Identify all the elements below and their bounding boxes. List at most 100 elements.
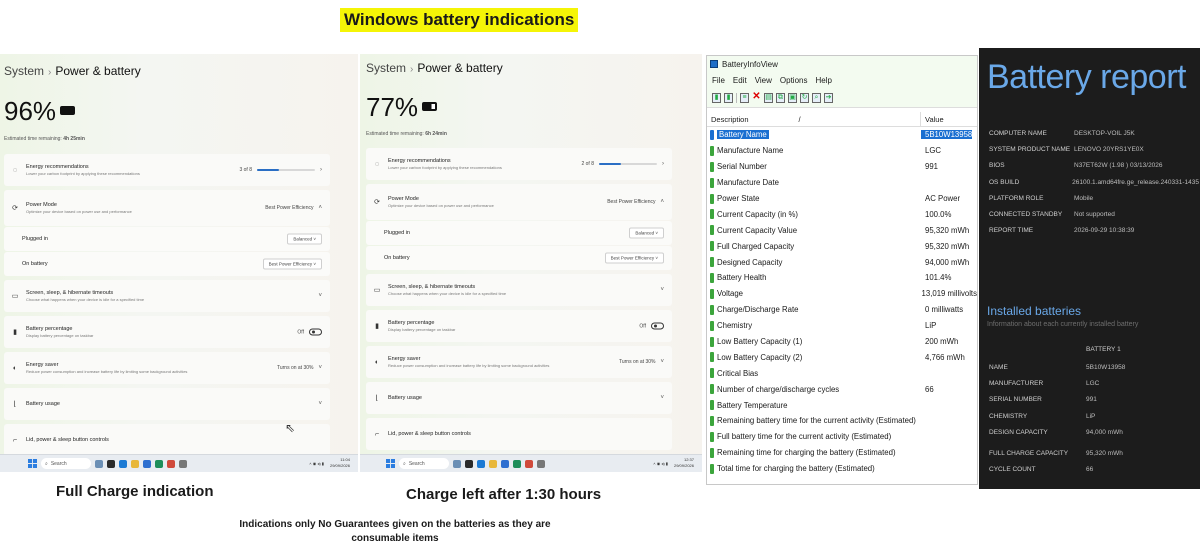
html-report-icon[interactable]: ▣ — [788, 92, 797, 103]
property-row[interactable]: Remaining battery time for the current a… — [707, 413, 977, 429]
delete-icon[interactable]: ✕ — [752, 91, 761, 103]
property-row[interactable]: Current Capacity (in %) 100.0% — [707, 206, 977, 222]
energy-saver[interactable]: ◐ Energy saver Reduce power consumption a… — [4, 352, 330, 384]
col-description[interactable]: Description — [711, 115, 749, 124]
battery-view-icon[interactable]: ▮ — [712, 92, 721, 103]
property-row[interactable]: Total time for charging the battery (Est… — [707, 461, 977, 477]
property-row[interactable]: Full Charged Capacity 95,320 mWh — [707, 238, 977, 254]
col-value[interactable]: Value — [921, 115, 944, 124]
property-name: Voltage — [717, 289, 744, 299]
property-row[interactable]: Chemistry LiP — [707, 318, 977, 334]
log-view-icon[interactable]: ▮ — [724, 92, 733, 103]
property-row[interactable]: Battery Health 101.4% — [707, 270, 977, 286]
sort-indicator: / — [798, 114, 801, 124]
tray-icons[interactable]: ˄ ◉ ◂) ▮ — [653, 461, 668, 466]
property-row[interactable]: Battery Temperature — [707, 397, 977, 413]
windows-start-icon[interactable] — [28, 459, 37, 468]
power-mode[interactable]: ⟳ Power Mode Optimize your device based o… — [366, 184, 672, 220]
estimated-time: Estimated time remaining: 4h 25min — [4, 136, 85, 142]
system-tray[interactable]: ˄ ◉ ◂) ▮ 12:37 29/09/2026 — [653, 457, 694, 469]
battery-percentage[interactable]: ▮ Battery percentage Display battery perc… — [366, 310, 672, 342]
property-row[interactable]: Number of charge/discharge cycles 66 — [707, 381, 977, 397]
on-battery-dropdown[interactable]: Best Power Efficiency ˅ — [604, 252, 664, 264]
chevron-up-icon[interactable]: ˄ — [660, 199, 664, 205]
properties-icon[interactable]: ≡ — [740, 92, 749, 103]
settings-icon[interactable] — [179, 459, 187, 468]
menu-file[interactable]: File — [712, 76, 725, 85]
property-row[interactable]: Charge/Discharge Rate 0 milliwatts — [707, 302, 977, 318]
property-row[interactable]: Critical Bias — [707, 365, 977, 381]
property-row[interactable]: Full battery time for the current activi… — [707, 429, 977, 445]
chart-icon: ⌊ — [375, 395, 379, 402]
folder-icon[interactable] — [131, 459, 139, 468]
widget-icon[interactable] — [453, 459, 461, 468]
power-mode[interactable]: ⟳ Power Mode Optimize your device based o… — [4, 190, 330, 226]
lid-power-controls[interactable]: ⌐ Lid, power & sleep button controls — [4, 424, 330, 456]
battery-percentage-toggle[interactable] — [651, 322, 664, 330]
exit-icon[interactable]: ➔ — [824, 92, 833, 103]
store-icon[interactable] — [501, 459, 509, 468]
task-view-icon[interactable] — [465, 459, 473, 468]
property-row[interactable]: Remaining time for charging the battery … — [707, 445, 977, 461]
report-key: CHEMISTRY — [989, 413, 1028, 420]
breadcrumb: System › Power & battery — [4, 64, 141, 78]
edge-icon[interactable] — [477, 459, 485, 468]
property-row[interactable]: Low Battery Capacity (2) 4,766 mWh — [707, 349, 977, 365]
system-tray[interactable]: ˄ ◉ ◂) ▮ 11:04 29/09/2026 — [309, 457, 350, 469]
save-icon[interactable]: ▤ — [764, 92, 773, 103]
report-row: CHEMISTRY LiP — [989, 413, 1199, 420]
chevron-up-icon[interactable]: ˄ — [318, 205, 322, 211]
property-row[interactable]: Serial Number 991 — [707, 159, 977, 175]
property-row[interactable]: Battery Name 5B10W13958 — [707, 127, 977, 143]
taskbar-clock[interactable]: 12:37 29/09/2026 — [674, 457, 694, 469]
screen-sleep-timeouts[interactable]: ▭ Screen, sleep, & hibernate timeouts Cho… — [4, 280, 330, 312]
property-row[interactable]: Low Battery Capacity (1) 200 mWh — [707, 334, 977, 350]
battery-usage[interactable]: ⌊ Battery usage ˅ — [4, 388, 330, 420]
property-row[interactable]: Manufacture Date — [707, 175, 977, 191]
breadcrumb-root[interactable]: System — [4, 64, 44, 78]
taskbar-search[interactable]: ⌕ Search — [41, 458, 91, 469]
app-icon[interactable] — [513, 459, 521, 468]
energy-recommendations[interactable]: ◌ Energy recommendations Lower your carbo… — [4, 154, 330, 186]
energy-recommendations[interactable]: ◌ Energy recommendations Lower your carbo… — [366, 148, 672, 180]
refresh-icon[interactable]: ↻ — [800, 92, 809, 103]
property-row[interactable]: Power State AC Power — [707, 191, 977, 207]
property-row[interactable]: Voltage 13,019 millivolts — [707, 286, 977, 302]
copy-icon[interactable]: ⧉ — [776, 92, 785, 103]
edge-icon[interactable] — [119, 459, 127, 468]
property-row[interactable]: Manufacture Name LGC — [707, 143, 977, 159]
breadcrumb-root[interactable]: System — [366, 61, 406, 75]
screen-sleep-timeouts[interactable]: ▭ Screen, sleep, & hibernate timeouts Cho… — [366, 274, 672, 306]
widget-icon[interactable] — [95, 459, 103, 468]
property-row[interactable]: Designed Capacity 94,000 mWh — [707, 254, 977, 270]
property-row[interactable]: Current Capacity Value 95,320 mWh — [707, 222, 977, 238]
task-view-icon[interactable] — [107, 459, 115, 468]
battery-usage[interactable]: ⌊ Battery usage ˅ — [366, 382, 672, 414]
breadcrumb-separator: › — [410, 64, 414, 75]
taskbar-clock[interactable]: 11:04 29/09/2026 — [330, 457, 350, 469]
plugged-in-dropdown[interactable]: Balanced ˅ — [287, 233, 322, 245]
property-name: Power State — [717, 194, 760, 203]
chrome-icon[interactable] — [167, 459, 175, 468]
find-icon[interactable]: ⌕ — [812, 92, 821, 103]
menu-view[interactable]: View — [755, 76, 772, 85]
menu-help[interactable]: Help — [815, 76, 831, 85]
lid-power-controls[interactable]: ⌐ Lid, power & sleep button controls — [366, 418, 672, 450]
battery-percentage[interactable]: ▮ Battery percentage Display battery perc… — [4, 316, 330, 348]
settings-icon[interactable] — [537, 459, 545, 468]
battery-percentage-toggle[interactable] — [309, 328, 322, 336]
on-battery-dropdown[interactable]: Best Power Efficiency ˅ — [262, 258, 322, 270]
energy-saver[interactable]: ◐ Energy saver Reduce power consumption a… — [366, 346, 672, 378]
menu-options[interactable]: Options — [780, 76, 808, 85]
app-icon[interactable] — [155, 459, 163, 468]
battery-percentage-icon: ▮ — [375, 323, 379, 330]
taskbar-search[interactable]: ⌕ Search — [399, 458, 449, 469]
chrome-icon[interactable] — [525, 459, 533, 468]
store-icon[interactable] — [143, 459, 151, 468]
folder-icon[interactable] — [489, 459, 497, 468]
windows-start-icon[interactable] — [386, 459, 395, 468]
tray-icons[interactable]: ˄ ◉ ◂) ▮ — [309, 461, 324, 466]
menu-edit[interactable]: Edit — [733, 76, 747, 85]
report-key: DESIGN CAPACITY — [989, 429, 1048, 436]
plugged-in-dropdown[interactable]: Balanced ˅ — [629, 227, 664, 239]
